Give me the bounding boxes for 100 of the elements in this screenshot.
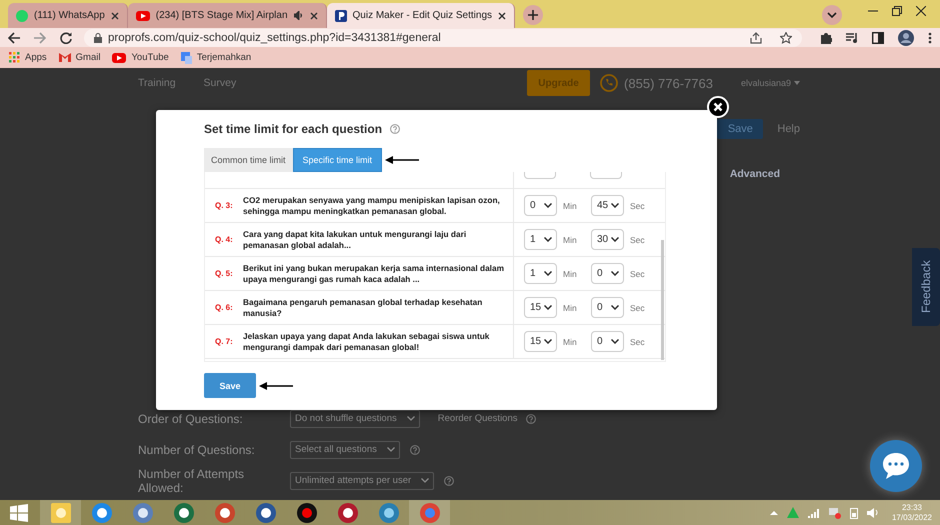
- new-tab-icon[interactable]: [523, 5, 544, 25]
- chevron-down-icon: [611, 305, 619, 310]
- question-number: Q. 4:: [215, 235, 234, 244]
- chevron-down-icon: [611, 271, 619, 276]
- setting-label: Number of Questions:: [138, 442, 256, 456]
- browser-tab[interactable]: (234) [BTS Stage Mix] Airplan: [128, 3, 327, 28]
- chevron-down-icon[interactable]: [822, 5, 842, 25]
- close-icon[interactable]: [498, 12, 506, 20]
- time-dropdown[interactable]: 15: [524, 297, 557, 318]
- time-dropdown[interactable]: 15: [524, 331, 557, 352]
- question-number: Q. 5:: [215, 269, 234, 278]
- close-icon[interactable]: [110, 12, 119, 20]
- settings-tab[interactable]: Advanced: [730, 168, 780, 180]
- help-icon: [526, 414, 536, 424]
- question-text: CO2 merupakan senyawa yang mampu menipiskan lapisan ozon, sehingga mampu meningkatkan pemanasan global.: [243, 194, 501, 216]
- unit-label: Sec: [629, 336, 646, 346]
- share-icon[interactable]: [750, 32, 762, 44]
- question-text: Jelaskan upaya yang dapat Anda lakukan sebagai siswa untuk mengurangi dampak dari pemanasan global!: [243, 330, 490, 352]
- chevron-down-icon: [544, 203, 552, 208]
- arrow-icon: [385, 154, 420, 164]
- question-text: Cara yang dapat kita lakukan untuk mengurangi laju dari pemanasan global adalah...: [243, 228, 468, 250]
- chevron-down-icon: [544, 305, 552, 310]
- chevron-down-icon: [544, 271, 552, 276]
- reload-icon[interactable]: [60, 32, 72, 44]
- dropdown[interactable]: Select all questions: [290, 440, 400, 458]
- chevron-down-icon: [544, 237, 552, 242]
- unit-label: Min: [562, 302, 578, 312]
- browser-tab[interactable]: (111) WhatsApp: [8, 3, 128, 28]
- chevron-down-icon: [611, 339, 619, 344]
- unit-label: Min: [562, 200, 578, 210]
- time-dropdown[interactable]: 0: [524, 195, 557, 216]
- browser-tab[interactable]: Quiz Maker - Edit Quiz Settings: [326, 3, 516, 28]
- bookmark-link[interactable]: Gmail: [58, 52, 100, 63]
- puzzle-icon[interactable]: [820, 32, 832, 44]
- bookmark-link[interactable]: YouTube: [112, 52, 169, 63]
- play-icon: [112, 52, 126, 62]
- question-text: Berikut ini yang bukan merupakan kerja sama internasional dalam upaya mengurangi gas rumah kaca adalah ...: [243, 262, 505, 284]
- envelope-icon: [58, 53, 71, 62]
- help-icon: [390, 124, 400, 134]
- address-field[interactable]: proprofs.com/quiz-school/quiz_settings.php?id=3431381#general: [84, 28, 802, 46]
- unit-label: Sec: [629, 302, 646, 312]
- grid-icon: [9, 52, 20, 63]
- more-vertical-icon[interactable]: [928, 32, 932, 44]
- phone-number: (855) 776-7763: [624, 76, 713, 90]
- time-dropdown[interactable]: 1: [524, 229, 557, 250]
- chevron-down-icon: [421, 478, 430, 483]
- clock-date: 17/03/2022: [892, 512, 932, 522]
- setting-label: Order of Questions:: [138, 412, 244, 426]
- question-number: Q. 3:: [215, 201, 234, 210]
- help-icon: [444, 476, 454, 486]
- question-number: Q. 6:: [215, 303, 234, 312]
- unit-label: Min: [562, 336, 578, 346]
- question-number: Q. 7:: [215, 337, 234, 346]
- close-icon[interactable]: [916, 6, 926, 16]
- lock-icon: [94, 32, 102, 42]
- speaker-icon: [294, 11, 304, 20]
- time-dropdown[interactable]: 45: [591, 195, 624, 216]
- star-icon[interactable]: [780, 32, 792, 44]
- time-dropdown[interactable]: 0: [591, 331, 624, 352]
- unit-label: Min: [562, 234, 578, 244]
- help-icon: [410, 444, 420, 454]
- question-text: Bagaimana pengaruh pemanasan global terhadap kesehatan manusia?: [243, 296, 484, 318]
- unit-label: Sec: [629, 234, 646, 244]
- mode-tab[interactable]: Common time limit: [204, 148, 293, 172]
- chevron-down-icon: [611, 203, 619, 208]
- unit-label: Sec: [629, 268, 646, 278]
- feedback-tab[interactable]: Feedback: [912, 248, 940, 326]
- caret-icon: [794, 81, 800, 85]
- dropdown[interactable]: Do not shuffle questions: [290, 410, 420, 428]
- windows-logo-icon[interactable]: [10, 504, 28, 522]
- time-dropdown[interactable]: 1: [524, 263, 557, 284]
- close-icon[interactable]: [310, 12, 318, 20]
- dialog-title: Set time limit for each question: [204, 122, 382, 136]
- letter-p-icon: [334, 10, 347, 22]
- dropdown[interactable]: Unlimited attempts per user: [290, 472, 434, 490]
- phone-icon: [600, 74, 618, 92]
- chevron-down-icon: [544, 339, 552, 344]
- playlist-icon[interactable]: [846, 32, 858, 44]
- bookmark-link[interactable]: Apps: [9, 52, 47, 63]
- unit-label: Min: [562, 268, 578, 278]
- arrow-icon: [259, 380, 293, 390]
- scrollbar[interactable]: [661, 240, 664, 360]
- back-arrow-icon[interactable]: [8, 32, 20, 44]
- time-dropdown[interactable]: 0: [591, 263, 624, 284]
- bookmark-link[interactable]: Terjemahkan: [180, 52, 252, 64]
- chevron-down-icon: [386, 447, 395, 452]
- setting-label: Number of Attempts Allowed:: [138, 466, 246, 494]
- chat-icon[interactable]: [870, 440, 922, 492]
- avatar-icon[interactable]: [898, 30, 914, 46]
- restore-icon[interactable]: [892, 6, 902, 16]
- chevron-down-icon: [611, 237, 619, 242]
- time-dropdown[interactable]: 30: [591, 229, 624, 250]
- chevron-down-icon: [406, 416, 415, 421]
- chevron-up-icon[interactable]: [770, 510, 778, 515]
- side-panel-icon[interactable]: [872, 32, 884, 44]
- clock-time: 23:33: [902, 502, 922, 512]
- reorder-link[interactable]: Reorder Questions: [438, 413, 518, 424]
- unit-label: Sec: [629, 200, 646, 210]
- time-dropdown[interactable]: 0: [591, 297, 624, 318]
- play-icon: [136, 10, 150, 20]
